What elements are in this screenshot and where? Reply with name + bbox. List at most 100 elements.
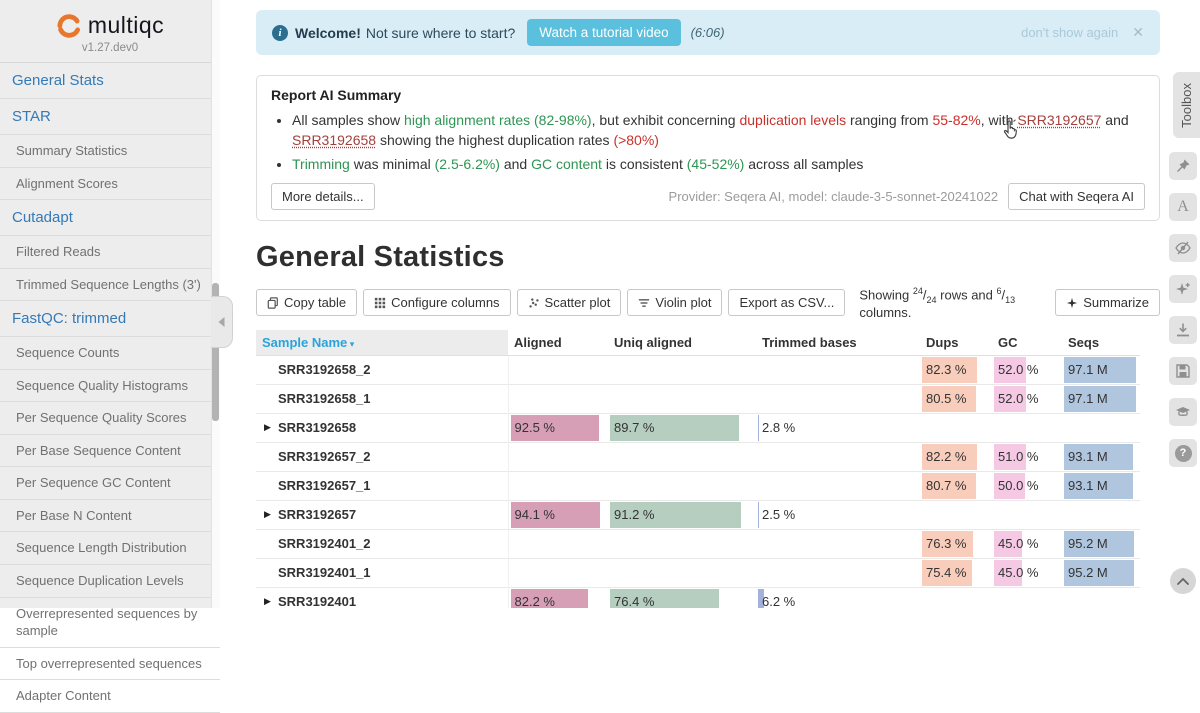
sample-name-cell[interactable]: ▶SRR3192657	[256, 500, 508, 529]
sidebar-item[interactable]: Per Base Sequence Content	[0, 435, 220, 468]
sidebar-item[interactable]: Per Sequence GC Content	[0, 467, 220, 500]
multiqc-logo-icon	[56, 13, 82, 39]
sidebar-item[interactable]: Summary Statistics	[0, 135, 220, 168]
sidebar-item[interactable]: Sequence Quality Histograms	[0, 370, 220, 403]
sidebar-item[interactable]: Per Sequence Quality Scores	[0, 402, 220, 435]
graduation-cap-icon[interactable]	[1169, 398, 1197, 426]
save-icon[interactable]	[1169, 357, 1197, 385]
sample-name-cell[interactable]: SRR3192401_2	[256, 529, 508, 558]
ai-text-segment: (>80%)	[613, 132, 659, 148]
sparkle-icon[interactable]	[1169, 275, 1197, 303]
sidebar-item[interactable]: Overrepresented sequences by sample	[0, 598, 220, 648]
sidebar-item[interactable]: Per Base N Content	[0, 500, 220, 533]
toolbox-label: Toolbox	[1179, 83, 1194, 128]
pin-icon[interactable]	[1169, 152, 1197, 180]
sidebar-item[interactable]: Trimmed Sequence Lengths (3')	[0, 269, 220, 302]
sidebar-item[interactable]: General Stats	[0, 63, 220, 99]
dups-cell	[920, 413, 992, 442]
welcome-banner: i Welcome! Not sure where to start? Watc…	[256, 10, 1160, 55]
expand-icon[interactable]: ▶	[264, 422, 271, 433]
seqs-cell: 97.1 M	[1062, 355, 1140, 384]
sidebar-item[interactable]: FastQC: trimmed	[0, 301, 220, 337]
dont-show-again-link[interactable]: don't show again	[1021, 25, 1118, 40]
sort-caret-icon: ▾	[347, 339, 354, 349]
copy-table-button[interactable]: Copy table	[256, 289, 357, 316]
chat-seqera-button[interactable]: Chat with Seqera AI	[1008, 183, 1145, 210]
column-header-gc[interactable]: GC	[992, 330, 1062, 356]
sample-name-cell[interactable]: SRR3192657_2	[256, 442, 508, 471]
sidebar-item[interactable]: Sequence Counts	[0, 337, 220, 370]
trimmed-value: 2.5 %	[756, 507, 795, 522]
ai-provider-label: Provider: Seqera AI, model: claude-3-5-s…	[669, 189, 999, 204]
info-icon: i	[272, 25, 288, 41]
ai-text-segment: 55-82%	[932, 112, 980, 128]
sample-name-cell[interactable]: ▶SRR3192658	[256, 413, 508, 442]
column-header-uniq[interactable]: Uniq aligned	[608, 330, 756, 356]
dups-cell	[920, 587, 992, 608]
sidebar-item[interactable]: Sequence Duplication Levels	[0, 565, 220, 598]
sample-name-cell[interactable]: ▶SRR3192401	[256, 587, 508, 608]
gc-value: 51.0 %	[992, 449, 1038, 464]
uniq-cell	[608, 355, 756, 384]
more-details-button[interactable]: More details...	[271, 183, 375, 210]
column-header-dups[interactable]: Dups	[920, 330, 992, 356]
column-header-seqs[interactable]: Seqs	[1062, 330, 1140, 356]
gc-value: 45.0 %	[992, 536, 1038, 551]
ai-text-segment: All samples show	[292, 112, 404, 128]
multiqc-logo[interactable]: multiqc	[8, 12, 212, 39]
gc-cell	[992, 500, 1062, 529]
sidebar-item[interactable]: Top overrepresented sequences	[0, 648, 220, 681]
gc-cell: 52.0 %	[992, 355, 1062, 384]
sample-name-cell[interactable]: SRR3192401_1	[256, 558, 508, 587]
configure-columns-button[interactable]: Configure columns	[363, 289, 510, 316]
sidebar-item[interactable]: Sequence Length Distribution	[0, 532, 220, 565]
sidebar-item[interactable]: Alignment Scores	[0, 168, 220, 201]
table-row: SRR3192658_282.3 %52.0 %97.1 M	[256, 355, 1140, 384]
watch-tutorial-button[interactable]: Watch a tutorial video	[527, 19, 680, 46]
sidebar-collapse-handle[interactable]	[211, 296, 233, 348]
ai-text-segment: (2.5-6.2%)	[435, 156, 500, 172]
download-icon[interactable]	[1169, 316, 1197, 344]
sidebar-item[interactable]: STAR	[0, 99, 220, 135]
toolbox-tab[interactable]: Toolbox	[1173, 72, 1200, 138]
uniq-cell: 76.4 %	[608, 587, 756, 608]
logo-area: multiqc v1.27.dev0	[0, 0, 220, 63]
sample-link[interactable]: SRR3192657	[1017, 112, 1101, 128]
sample-name-cell[interactable]: SRR3192658_1	[256, 384, 508, 413]
close-icon[interactable]: ✕	[1132, 24, 1144, 41]
sidebar-nav: General StatsSTARSummary StatisticsAlign…	[0, 63, 220, 713]
expand-icon[interactable]: ▶	[264, 596, 271, 607]
gc-value: 45.0 %	[992, 565, 1038, 580]
table-row: SRR3192401_276.3 %45.0 %95.2 M	[256, 529, 1140, 558]
grid-icon	[374, 297, 386, 309]
ai-text-segment: GC content	[531, 156, 602, 172]
font-icon[interactable]: A	[1169, 193, 1197, 221]
sample-name-cell[interactable]: SRR3192657_1	[256, 471, 508, 500]
export-csv-button[interactable]: Export as CSV...	[728, 289, 845, 316]
ai-text-segment: , but exhibit concerning	[592, 112, 740, 128]
help-icon[interactable]: ?	[1169, 439, 1197, 467]
violin-plot-button[interactable]: Violin plot	[627, 289, 722, 316]
ai-text-segment: (82-98%)	[534, 112, 592, 128]
ai-text-segment: and	[1101, 112, 1128, 128]
column-header-aligned[interactable]: Aligned	[508, 330, 608, 356]
seqs-cell: 97.1 M	[1062, 384, 1140, 413]
scatter-plot-button[interactable]: Scatter plot	[517, 289, 622, 316]
ai-summary-bullets: All samples show high alignment rates (8…	[271, 110, 1145, 174]
table-row: SRR3192657_282.2 %51.0 %93.1 M	[256, 442, 1140, 471]
scroll-to-top-button[interactable]	[1170, 568, 1196, 594]
uniq-cell	[608, 529, 756, 558]
summarize-button[interactable]: Summarize	[1055, 289, 1160, 316]
sidebar-item[interactable]: Filtered Reads	[0, 236, 220, 269]
eye-slash-icon[interactable]	[1169, 234, 1197, 262]
ai-text-segment: , with	[981, 112, 1018, 128]
uniq-value: 76.4 %	[608, 594, 654, 608]
expand-icon[interactable]: ▶	[264, 509, 271, 520]
sample-link[interactable]: SRR3192658	[292, 132, 376, 148]
sidebar-item[interactable]: Adapter Content	[0, 680, 220, 713]
sample-name-cell[interactable]: SRR3192658_2	[256, 355, 508, 384]
ai-summary-footer: More details... Provider: Seqera AI, mod…	[271, 183, 1145, 210]
column-header-name[interactable]: Sample Name ▾	[256, 330, 508, 356]
column-header-trimmed[interactable]: Trimmed bases	[756, 330, 920, 356]
sidebar-item[interactable]: Cutadapt	[0, 200, 220, 236]
